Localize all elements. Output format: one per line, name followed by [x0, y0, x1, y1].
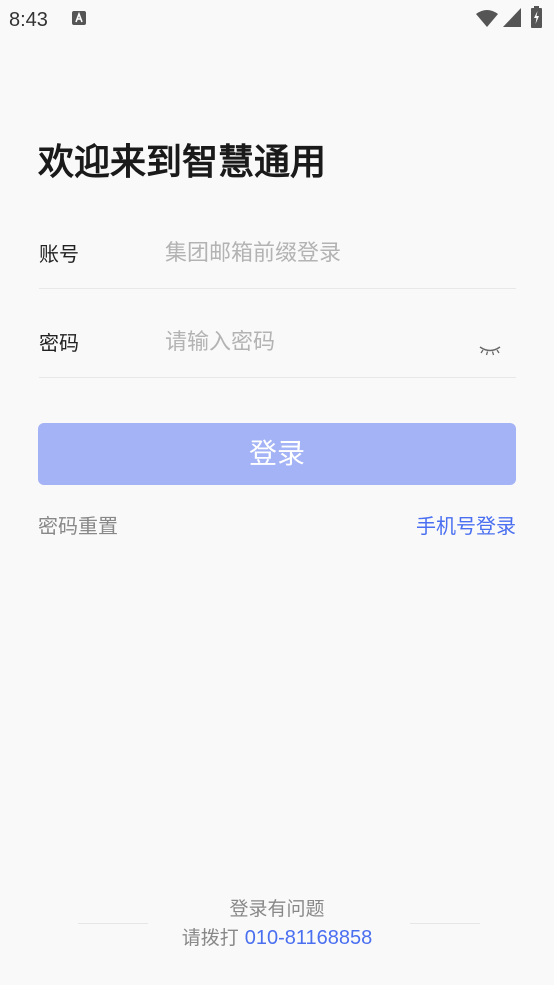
account-label: 账号 [39, 242, 79, 266]
password-input[interactable] [165, 325, 465, 359]
footer-call-line: 请拨打 010-81168858 [0, 925, 554, 951]
password-label: 密码 [39, 331, 79, 355]
footer-call-prefix: 请拨打 [181, 927, 239, 949]
eye-closed-icon[interactable] [478, 343, 502, 357]
account-row: 账号 [39, 218, 516, 289]
account-input[interactable] [165, 236, 465, 270]
footer-divider-left [78, 923, 148, 924]
footer-trouble-text: 登录有问题 [229, 898, 325, 920]
cell-signal-icon [503, 8, 521, 31]
password-row: 密码 [39, 307, 516, 378]
reset-password-link[interactable]: 密码重置 [38, 511, 118, 541]
footer-divider-right [410, 923, 480, 924]
status-bar: 8:43 [0, 0, 554, 40]
footer: 登录有问题 请拨打 010-81168858 [0, 890, 554, 960]
phone-login-link[interactable]: 手机号登录 [416, 511, 516, 541]
support-phone-link[interactable]: 010-81168858 [245, 927, 373, 949]
a-notification-icon [72, 11, 86, 25]
status-time: 8:43 [9, 9, 48, 31]
login-button[interactable]: 登录 [38, 423, 516, 485]
page-title: 欢迎来到智慧通用 [38, 142, 327, 183]
battery-charging-icon [531, 6, 542, 32]
wifi-icon [476, 9, 498, 31]
